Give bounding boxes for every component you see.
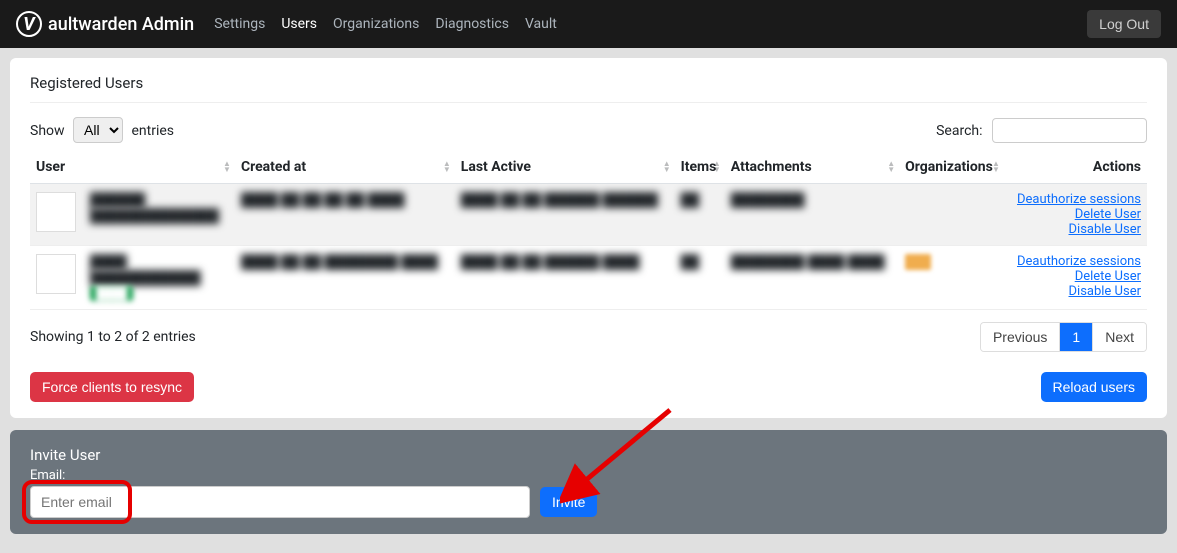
deauthorize-link[interactable]: Deauthorize sessions (1010, 254, 1141, 269)
col-attachments[interactable]: Attachments▲▼ (725, 151, 899, 184)
user-badge: ████ (90, 286, 133, 301)
invite-label: Email: (30, 468, 1147, 483)
invite-card: Invite User Email: Invite (10, 430, 1167, 534)
users-card: Registered Users Show All entries Search… (10, 58, 1167, 418)
page-1-button[interactable]: 1 (1060, 323, 1093, 351)
created-at: ████ ██ ██ ████████ ████ (241, 255, 438, 270)
nav-settings[interactable]: Settings (214, 16, 265, 32)
delete-user-link[interactable]: Delete User (1010, 269, 1141, 284)
brand[interactable]: V aultwarden Admin (16, 11, 194, 37)
attachments: ████████ (731, 193, 805, 208)
deauthorize-link[interactable]: Deauthorize sessions (1010, 192, 1141, 207)
col-organizations[interactable]: Organizations▲▼ (899, 151, 1004, 184)
next-page-button[interactable]: Next (1093, 323, 1146, 351)
search-input[interactable] (992, 118, 1147, 143)
created-at: ████ ██ ██ ██ ██ ████ (241, 193, 405, 208)
last-active: ████ ██ ██ ██████ ██████ (461, 193, 658, 208)
invite-email-input[interactable] (30, 486, 530, 518)
col-items[interactable]: Items▲▼ (675, 151, 725, 184)
col-actions: Actions (1004, 151, 1147, 184)
users-table: User▲▼ Created at▲▼ Last Active▲▼ Items▲… (30, 151, 1147, 310)
brand-text: aultwarden Admin (48, 14, 194, 35)
prev-page-button[interactable]: Previous (981, 323, 1060, 351)
brand-logo-icon: V (16, 11, 42, 37)
nav-organizations[interactable]: Organizations (333, 16, 419, 32)
col-last-active[interactable]: Last Active▲▼ (455, 151, 675, 184)
items-count: ██ (681, 255, 699, 270)
sort-icon: ▲▼ (663, 161, 671, 173)
disable-user-link[interactable]: Disable User (1010, 222, 1141, 237)
entries-select[interactable]: All (73, 117, 123, 143)
force-resync-button[interactable]: Force clients to resync (30, 372, 194, 402)
avatar (36, 192, 76, 232)
delete-user-link[interactable]: Delete User (1010, 207, 1141, 222)
col-created[interactable]: Created at▲▼ (235, 151, 455, 184)
card-title: Registered Users (30, 74, 1147, 103)
logout-button[interactable]: Log Out (1087, 10, 1161, 38)
organizations-cell (899, 184, 1004, 246)
col-user[interactable]: User▲▼ (30, 151, 235, 184)
org-badge (905, 254, 931, 270)
invite-button[interactable]: Invite (540, 487, 597, 517)
search-label: Search: (936, 123, 982, 139)
nav-users[interactable]: Users (281, 16, 317, 32)
invite-title: Invite User (30, 446, 1147, 464)
sort-icon: ▲▼ (992, 161, 1000, 173)
sort-icon: ▲▼ (887, 161, 895, 173)
showing-text: Showing 1 to 2 of 2 entries (30, 329, 196, 345)
reload-users-button[interactable]: Reload users (1041, 372, 1148, 402)
attachments: ████████ ████ ████ (731, 255, 885, 270)
navbar: V aultwarden Admin Settings Users Organi… (0, 0, 1177, 48)
table-row: ████ ████████████ ████ ████ ██ ██ ██████… (30, 246, 1147, 310)
sort-icon: ▲▼ (443, 161, 451, 173)
items-count: ██ (681, 193, 699, 208)
sort-icon: ▲▼ (713, 161, 721, 173)
last-active: ████ ██ ██ ██████ ████ (461, 255, 640, 270)
user-name: ██████ (90, 192, 219, 208)
user-email: ██████████████ (90, 208, 219, 224)
sort-icon: ▲▼ (223, 161, 231, 173)
nav-diagnostics[interactable]: Diagnostics (435, 16, 509, 32)
nav-vault[interactable]: Vault (525, 16, 557, 32)
entries-selector: Show All entries (30, 117, 174, 143)
avatar (36, 254, 76, 294)
disable-user-link[interactable]: Disable User (1010, 284, 1141, 299)
user-email: ████████████ (90, 270, 201, 286)
pagination: Previous 1 Next (980, 322, 1147, 352)
table-row: ██████ ██████████████ ████ ██ ██ ██ ██ █… (30, 184, 1147, 246)
user-name: ████ (90, 254, 201, 270)
